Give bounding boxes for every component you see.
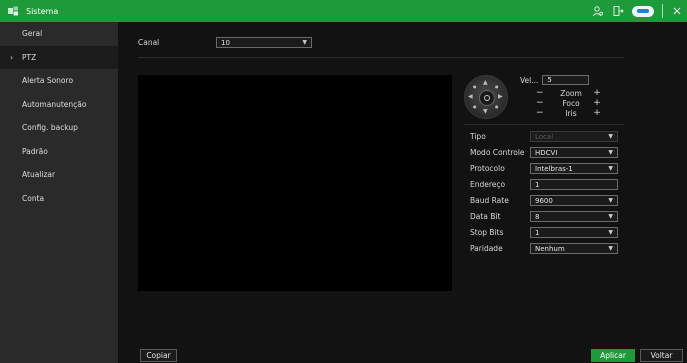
data-bit-select[interactable]: 8 ▼ [530, 211, 618, 222]
baud-rate-value: 9600 [535, 196, 553, 205]
focus-control: − Foco + [536, 98, 616, 108]
chevron-down-icon: ▼ [608, 197, 613, 204]
chevron-down-icon: ▼ [608, 149, 613, 156]
arrow-up-right-icon[interactable]: ● [495, 84, 499, 89]
app-logo-icon [6, 4, 20, 18]
sidebar-item-label: Config. backup [22, 123, 78, 133]
close-icon[interactable] [671, 5, 683, 17]
iris-minus-button[interactable]: − [536, 108, 554, 118]
chevron-down-icon: ▼ [608, 229, 613, 236]
focus-minus-button[interactable]: − [536, 98, 554, 108]
arrow-down-left-icon[interactable]: ● [473, 104, 477, 109]
window-title: Sistema [26, 6, 59, 16]
exit-icon[interactable] [612, 5, 624, 17]
sidebar-item-label: Alerta Sonoro [22, 76, 74, 86]
chevron-down-icon: ▼ [302, 39, 307, 46]
protocolo-select[interactable]: Intelbras-1 ▼ [530, 163, 618, 174]
title-separator [662, 4, 663, 18]
chevron-down-icon: ▼ [608, 133, 613, 140]
sidebar-item-alerta-sonoro[interactable]: Alerta Sonoro [0, 69, 118, 93]
ptz-direction-pad[interactable]: ▲ ▼ ◀ ▶ ● ● ● ● [464, 75, 508, 119]
modo-controle-label: Modo Controle [470, 148, 525, 157]
stop-bits-label: Stop Bits [470, 228, 504, 237]
chevron-down-icon: ▼ [608, 213, 613, 220]
user-icon[interactable] [592, 5, 604, 17]
protocolo-label: Protocolo [470, 164, 505, 173]
iris-label: Iris [565, 108, 577, 118]
sidebar-item-label: Padrão [22, 146, 48, 156]
speed-label: Vel... [520, 75, 539, 85]
sidebar-item-padrao[interactable]: Padrão [0, 140, 118, 164]
data-bit-label: Data Bit [470, 212, 501, 221]
paridade-value: Nenhum [535, 244, 565, 253]
sidebar: Geral › PTZ Alerta Sonoro Automanutenção … [0, 22, 118, 363]
arrow-up-left-icon[interactable]: ● [473, 84, 477, 89]
canal-select[interactable]: 10 ▼ [216, 37, 312, 48]
back-button[interactable]: Voltar [640, 349, 683, 362]
sidebar-item-config-backup[interactable]: Config. backup [0, 116, 118, 140]
baud-rate-select[interactable]: 9600 ▼ [530, 195, 618, 206]
sidebar-item-conta[interactable]: Conta [0, 187, 118, 211]
canal-value: 10 [221, 38, 230, 47]
sidebar-item-label: Atualizar [22, 170, 56, 180]
sidebar-item-label: Geral [22, 29, 43, 39]
cloud-icon[interactable] [632, 5, 654, 17]
sidebar-item-automanutencao[interactable]: Automanutenção [0, 93, 118, 117]
zoom-minus-button[interactable]: − [536, 88, 554, 98]
chevron-down-icon: ▼ [608, 165, 613, 172]
arrow-down-right-icon[interactable]: ● [495, 104, 499, 109]
speed-input[interactable]: 5 [542, 75, 590, 85]
data-bit-value: 8 [535, 212, 540, 221]
arrow-up-icon[interactable]: ▲ [483, 79, 488, 86]
focus-plus-button[interactable]: + [588, 98, 606, 108]
chevron-down-icon: ▼ [608, 245, 613, 252]
copy-button[interactable]: Copiar [140, 349, 177, 362]
endereco-input[interactable]: 1 [530, 179, 618, 190]
apply-button[interactable]: Aplicar [591, 349, 635, 362]
endereco-label: Endereço [470, 180, 506, 189]
sidebar-item-label: PTZ [22, 52, 37, 62]
arrow-left-icon[interactable]: ◀ [468, 93, 473, 100]
paridade-label: Paridade [470, 244, 503, 253]
zoom-label: Zoom [560, 88, 582, 98]
ptz-center-button[interactable] [479, 90, 495, 106]
main-panel: Canal 10 ▼ ▲ ▼ ◀ ▶ ● ● ● ● Vel... 5 − Zo… [118, 22, 687, 363]
ptz-center-icon [484, 95, 490, 101]
modo-controle-select[interactable]: HDCVI ▼ [530, 147, 618, 158]
chevron-right-icon: › [10, 52, 14, 62]
baud-rate-label: Baud Rate [470, 196, 509, 205]
zoom-plus-button[interactable]: + [588, 88, 606, 98]
paridade-select[interactable]: Nenhum ▼ [530, 243, 618, 254]
video-preview [138, 75, 452, 291]
divider [138, 57, 624, 58]
arrow-right-icon[interactable]: ▶ [498, 93, 503, 100]
canal-label: Canal [138, 38, 160, 47]
sidebar-item-label: Conta [22, 193, 45, 203]
focus-label: Foco [562, 98, 580, 108]
sidebar-item-geral[interactable]: Geral [0, 22, 118, 46]
ptz-divider [464, 124, 624, 125]
tipo-value: Local [535, 132, 554, 141]
modo-controle-value: HDCVI [535, 148, 558, 157]
stop-bits-value: 1 [535, 228, 540, 237]
sidebar-item-ptz[interactable]: › PTZ [0, 45, 118, 69]
arrow-down-icon[interactable]: ▼ [483, 108, 488, 115]
iris-plus-button[interactable]: + [588, 108, 606, 118]
sidebar-item-atualizar[interactable]: Atualizar [0, 163, 118, 187]
iris-control: − Iris + [536, 108, 616, 118]
sidebar-item-label: Automanutenção [22, 99, 87, 109]
zoom-control: − Zoom + [536, 88, 616, 98]
protocolo-value: Intelbras-1 [535, 164, 573, 173]
tipo-label: Tipo [470, 132, 486, 141]
tipo-select: Local ▼ [530, 131, 618, 142]
stop-bits-select[interactable]: 1 ▼ [530, 227, 618, 238]
title-bar: Sistema [0, 0, 687, 22]
